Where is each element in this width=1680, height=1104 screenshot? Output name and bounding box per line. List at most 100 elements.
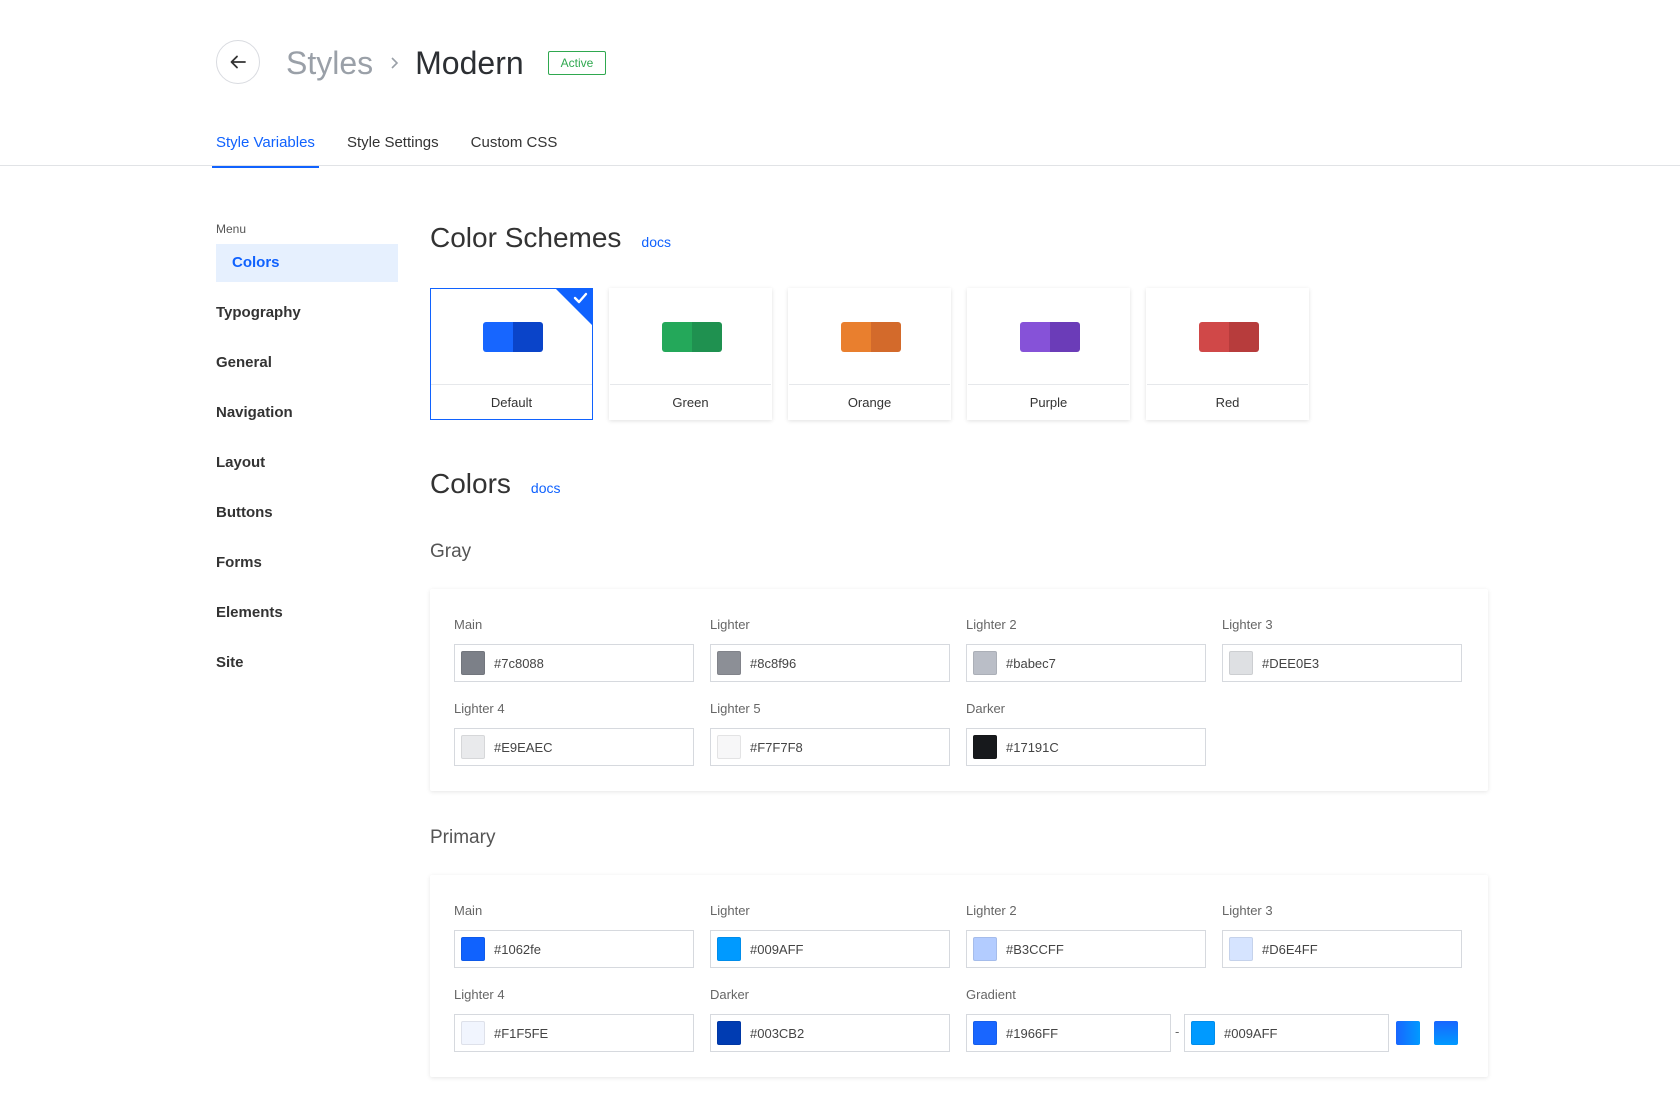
color-value: #7c8088 bbox=[494, 655, 544, 671]
status-badge: Active bbox=[547, 51, 607, 75]
field-label: Main bbox=[454, 617, 483, 632]
sidebar-item-forms[interactable]: Forms bbox=[216, 544, 398, 582]
sidebar-item-typography[interactable]: Typography bbox=[216, 294, 398, 332]
scheme-divider bbox=[1147, 384, 1308, 385]
color-value: #8c8f96 bbox=[750, 655, 797, 671]
colors-heading: Colors docs bbox=[430, 468, 561, 500]
color-swatch[interactable] bbox=[461, 651, 485, 675]
gradient-preview-vertical[interactable] bbox=[1434, 1021, 1458, 1045]
color-schemes-title: Color Schemes bbox=[430, 222, 622, 253]
colors-title: Colors bbox=[430, 468, 511, 499]
scheme-swatch bbox=[841, 322, 901, 352]
colors-docs-link[interactable]: docs bbox=[531, 480, 561, 496]
primary-subheading: Primary bbox=[430, 827, 496, 848]
color-input-gray-lighter[interactable]: #8c8f96 bbox=[710, 644, 950, 682]
scheme-divider bbox=[789, 384, 950, 385]
sidebar-menu: Menu Colors Typography General Navigatio… bbox=[216, 222, 398, 694]
field-label: Lighter 4 bbox=[454, 701, 505, 716]
scheme-label: Green bbox=[672, 395, 709, 410]
color-value: #F7F7F8 bbox=[750, 739, 803, 755]
color-value: #1966FF bbox=[1006, 1025, 1059, 1041]
gradient-separator: - bbox=[1175, 1024, 1180, 1039]
breadcrumb: Styles Modern Active bbox=[286, 42, 607, 84]
color-input-gray-main[interactable]: #7c8088 bbox=[454, 644, 694, 682]
field-label: Main bbox=[454, 903, 483, 918]
sidebar-item-layout[interactable]: Layout bbox=[216, 444, 398, 482]
color-value: #17191C bbox=[1006, 739, 1059, 755]
sidebar-item-general[interactable]: General bbox=[216, 344, 398, 382]
scheme-card-default[interactable]: Default bbox=[430, 288, 593, 420]
chevron-right-icon bbox=[389, 56, 399, 70]
sidebar-item-buttons[interactable]: Buttons bbox=[216, 494, 398, 532]
color-swatch[interactable] bbox=[973, 735, 997, 759]
scheme-swatch bbox=[483, 322, 543, 352]
color-input-gradient-end[interactable]: #009AFF bbox=[1184, 1014, 1389, 1052]
color-swatch[interactable] bbox=[973, 937, 997, 961]
color-input-primary-lighter-3[interactable]: #D6E4FF bbox=[1222, 930, 1462, 968]
color-input-primary-lighter[interactable]: #009AFF bbox=[710, 930, 950, 968]
color-swatch[interactable] bbox=[461, 937, 485, 961]
color-swatch[interactable] bbox=[1191, 1021, 1215, 1045]
color-input-primary-lighter-2[interactable]: #B3CCFF bbox=[966, 930, 1206, 968]
color-swatch[interactable] bbox=[973, 1021, 997, 1045]
menu-title: Menu bbox=[216, 222, 247, 236]
sidebar-item-colors[interactable]: Colors bbox=[216, 244, 398, 282]
color-swatch[interactable] bbox=[973, 651, 997, 675]
color-input-gray-lighter-3[interactable]: #DEE0E3 bbox=[1222, 644, 1462, 682]
tabs-divider bbox=[0, 165, 1680, 166]
sidebar-item-site[interactable]: Site bbox=[216, 644, 398, 682]
color-schemes-docs-link[interactable]: docs bbox=[641, 234, 671, 250]
field-label: Lighter 2 bbox=[966, 903, 1017, 918]
field-label: Lighter 3 bbox=[1222, 617, 1273, 632]
color-input-primary-lighter-4[interactable]: #F1F5FE bbox=[454, 1014, 694, 1052]
scheme-card-green[interactable]: Green bbox=[609, 288, 772, 420]
color-value: #F1F5FE bbox=[494, 1025, 549, 1041]
scheme-card-orange[interactable]: Orange bbox=[788, 288, 951, 420]
tab-style-variables[interactable]: Style Variables bbox=[212, 120, 319, 168]
sidebar-item-navigation[interactable]: Navigation bbox=[216, 394, 398, 432]
color-input-primary-darker[interactable]: #003CB2 bbox=[710, 1014, 950, 1052]
color-value: #009AFF bbox=[750, 941, 804, 957]
color-value: #003CB2 bbox=[750, 1025, 805, 1041]
field-label: Gradient bbox=[966, 987, 1016, 1002]
arrow-left-icon bbox=[230, 55, 246, 69]
color-input-gray-darker[interactable]: #17191C bbox=[966, 728, 1206, 766]
color-value: #D6E4FF bbox=[1262, 941, 1318, 957]
field-label: Lighter 4 bbox=[454, 987, 505, 1002]
scheme-card-red[interactable]: Red bbox=[1146, 288, 1309, 420]
color-swatch[interactable] bbox=[717, 937, 741, 961]
gradient-preview-horizontal[interactable] bbox=[1396, 1021, 1420, 1045]
primary-color-panel: Main #1062fe Lighter #009AFF Lighter 2 #… bbox=[430, 875, 1488, 1077]
sidebar-item-elements[interactable]: Elements bbox=[216, 594, 398, 632]
gray-subheading: Gray bbox=[430, 541, 472, 562]
color-swatch[interactable] bbox=[1229, 651, 1253, 675]
scheme-label: Orange bbox=[847, 395, 892, 410]
breadcrumb-parent-link[interactable]: Styles bbox=[286, 45, 373, 82]
tab-custom-css[interactable]: Custom CSS bbox=[467, 120, 562, 166]
color-input-gray-lighter-5[interactable]: #F7F7F8 bbox=[710, 728, 950, 766]
field-label: Lighter 5 bbox=[710, 701, 761, 716]
color-swatch[interactable] bbox=[461, 1021, 485, 1045]
color-swatch[interactable] bbox=[717, 1021, 741, 1045]
scheme-label: Purple bbox=[1029, 395, 1068, 410]
color-swatch[interactable] bbox=[461, 735, 485, 759]
scheme-swatch bbox=[1020, 322, 1080, 352]
color-input-gray-lighter-2[interactable]: #babec7 bbox=[966, 644, 1206, 682]
back-button[interactable] bbox=[216, 40, 260, 84]
page-title: Modern bbox=[415, 44, 524, 81]
field-label: Lighter bbox=[710, 617, 750, 632]
gray-color-panel: Main #7c8088 Lighter #8c8f96 Lighter 2 #… bbox=[430, 589, 1488, 791]
color-swatch[interactable] bbox=[717, 651, 741, 675]
scheme-swatch bbox=[1199, 322, 1259, 352]
color-swatch[interactable] bbox=[717, 735, 741, 759]
color-value: #009AFF bbox=[1224, 1025, 1278, 1041]
color-swatch[interactable] bbox=[1229, 937, 1253, 961]
color-input-gradient-start[interactable]: #1966FF bbox=[966, 1014, 1171, 1052]
color-value: #E9EAEC bbox=[494, 739, 553, 755]
color-input-gray-lighter-4[interactable]: #E9EAEC bbox=[454, 728, 694, 766]
color-input-primary-main[interactable]: #1062fe bbox=[454, 930, 694, 968]
tab-style-settings[interactable]: Style Settings bbox=[343, 120, 443, 166]
color-value: #B3CCFF bbox=[1006, 941, 1064, 957]
scheme-card-purple[interactable]: Purple bbox=[967, 288, 1130, 420]
color-value: #babec7 bbox=[1006, 655, 1056, 671]
